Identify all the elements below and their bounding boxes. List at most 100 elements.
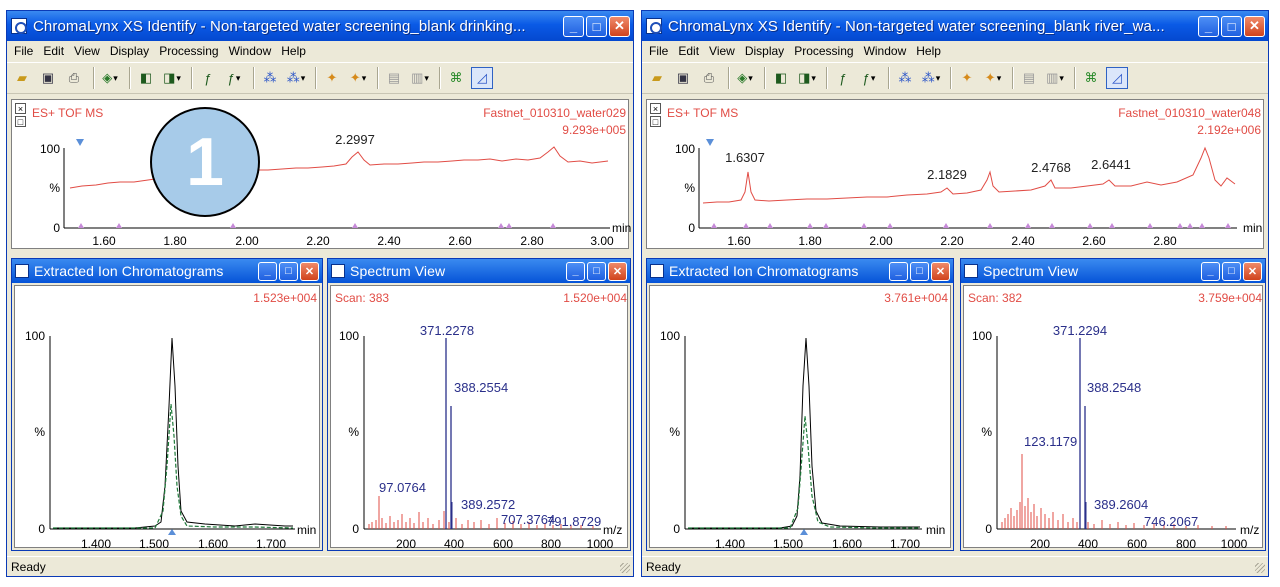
print-icon[interactable]: ⎙ (63, 67, 85, 89)
next-sample-icon[interactable]: ◨ (796, 67, 818, 89)
spectrum-chart[interactable]: Scan: 383 1.520e+004 100 % 0 371.2278 38… (331, 286, 629, 551)
eic-titlebar[interactable]: Extracted Ion Chromatograms _ □ ✕ (12, 259, 322, 283)
menu-window[interactable]: Window (859, 44, 912, 58)
maximize-button[interactable]: □ (910, 261, 929, 281)
close-button[interactable]: ✕ (608, 261, 627, 281)
next-function-icon[interactable]: ƒ (223, 67, 245, 89)
y-label-100: 100 (660, 329, 680, 343)
close-button[interactable]: ✕ (1243, 261, 1262, 281)
menu-view[interactable]: View (704, 44, 740, 58)
menu-display[interactable]: Display (105, 44, 154, 58)
spectrum-chart[interactable]: Scan: 382 3.759e+004 100 % 0 371.2294 38… (964, 286, 1264, 551)
maximize-button[interactable]: □ (586, 15, 607, 37)
ion-mode-label: ES+ TOF MS (667, 106, 738, 120)
previous-compound-icon[interactable]: ⁂ (894, 67, 916, 89)
menu-file[interactable]: File (644, 44, 673, 58)
peak-label: 123.1179 (1024, 434, 1077, 449)
scan-label: Scan: 383 (335, 291, 389, 305)
previous-peak-icon[interactable]: ✦ (956, 67, 978, 89)
y-label-percent: % (669, 425, 680, 439)
open-folder-icon[interactable]: ▰ (646, 67, 668, 89)
previous-function-icon[interactable]: ƒ (832, 67, 854, 89)
peak-label: 2.2997 (335, 132, 375, 147)
maximize-button[interactable]: □ (587, 261, 606, 281)
first-sample-icon[interactable]: ◧ (770, 67, 792, 89)
tile-windows-icon[interactable]: ⌘ (1080, 67, 1102, 89)
resize-grip[interactable] (1255, 563, 1265, 573)
sample-list-icon[interactable]: ◈ (734, 67, 756, 89)
open-folder-icon[interactable]: ▰ (11, 67, 33, 89)
minimize-button[interactable]: _ (889, 261, 908, 281)
menu-view[interactable]: View (69, 44, 105, 58)
menu-help[interactable]: Help (911, 44, 946, 58)
toolbar-separator (439, 67, 441, 89)
previous-compound-icon[interactable]: ⁂ (259, 67, 281, 89)
menu-processing[interactable]: Processing (789, 44, 858, 58)
first-sample-icon[interactable]: ◧ (135, 67, 157, 89)
toolbar-separator (253, 67, 255, 89)
print-icon[interactable]: ⎙ (698, 67, 720, 89)
close-button[interactable]: ✕ (1244, 15, 1265, 37)
maximize-button[interactable]: □ (1222, 261, 1241, 281)
eic-chart[interactable]: 1.523e+004 100 % 0 1.400 1.500 1.600 1.7… (15, 286, 321, 551)
spectrum-titlebar[interactable]: Spectrum View _ □ ✕ (961, 259, 1265, 283)
next-compound-icon[interactable]: ⁂ (285, 67, 307, 89)
app-icon[interactable] (646, 18, 662, 34)
menu-processing[interactable]: Processing (154, 44, 223, 58)
next-function-icon[interactable]: ƒ (858, 67, 880, 89)
x-tick-label: 1.700 (256, 537, 286, 551)
previous-function-icon[interactable]: ƒ (197, 67, 219, 89)
report-icon[interactable]: ▤ (383, 67, 405, 89)
resize-grip[interactable] (620, 563, 630, 573)
tic-chart[interactable]: ES+ TOF MS Fastnet_010310_water048 2.192… (647, 100, 1265, 250)
tic-chart[interactable]: ES+ TOF MS Fastnet_010310_water029 9.293… (12, 100, 631, 250)
x-tick-label: 3.00 (590, 234, 614, 248)
eic-plot-area: 3.761e+004 100 % 0 1.400 1.500 1.600 1.7… (649, 285, 952, 551)
export-icon[interactable]: ▥ (409, 67, 431, 89)
save-icon[interactable]: ▣ (672, 67, 694, 89)
next-peak-icon[interactable]: ✦ (347, 67, 369, 89)
eic-chart[interactable]: 3.761e+004 100 % 0 1.400 1.500 1.600 1.7… (650, 286, 952, 551)
menu-edit[interactable]: Edit (38, 44, 69, 58)
minimize-button[interactable]: _ (1201, 261, 1220, 281)
menu-file[interactable]: File (9, 44, 38, 58)
minimize-button[interactable]: _ (1198, 15, 1219, 37)
y-label-0: 0 (53, 221, 60, 235)
close-button[interactable]: ✕ (931, 261, 950, 281)
peak-label: 791.8729 (547, 514, 601, 529)
maximize-button[interactable]: □ (1221, 15, 1242, 37)
minimize-button[interactable]: _ (258, 261, 277, 281)
titlebar[interactable]: ChromaLynx XS Identify - Non-targeted wa… (7, 11, 633, 41)
menu-help[interactable]: Help (276, 44, 311, 58)
spectrum-titlebar[interactable]: Spectrum View _ □ ✕ (328, 259, 630, 283)
maximize-button[interactable]: □ (279, 261, 298, 281)
next-peak-icon[interactable]: ✦ (982, 67, 1004, 89)
menu-edit[interactable]: Edit (673, 44, 704, 58)
menu-window[interactable]: Window (224, 44, 277, 58)
report-icon[interactable]: ▤ (1018, 67, 1040, 89)
minimize-button[interactable]: _ (566, 261, 585, 281)
previous-peak-icon[interactable]: ✦ (321, 67, 343, 89)
next-compound-icon[interactable]: ⁂ (920, 67, 942, 89)
titlebar[interactable]: ChromaLynx XS Identify - Non-targeted wa… (642, 11, 1268, 41)
scan-marker-icon (800, 529, 808, 535)
export-icon[interactable]: ▥ (1044, 67, 1066, 89)
minimize-button[interactable]: _ (563, 15, 584, 37)
eic-titlebar[interactable]: Extracted Ion Chromatograms _ □ ✕ (647, 259, 953, 283)
save-icon[interactable]: ▣ (37, 67, 59, 89)
next-sample-icon[interactable]: ◨ (161, 67, 183, 89)
x-tick-label: 200 (1030, 537, 1050, 551)
menu-display[interactable]: Display (740, 44, 789, 58)
close-button[interactable]: ✕ (300, 261, 319, 281)
peak-label: 371.2278 (420, 323, 474, 338)
chromatogram-view-icon[interactable]: ◿ (471, 67, 493, 89)
x-tick-label: 1.600 (832, 537, 862, 551)
app-icon[interactable] (11, 18, 27, 34)
sample-list-icon[interactable]: ◈ (99, 67, 121, 89)
close-button[interactable]: ✕ (609, 15, 630, 37)
x-tick-label: 2.80 (520, 234, 544, 248)
peak-label: 97.0764 (379, 480, 426, 495)
tile-windows-icon[interactable]: ⌘ (445, 67, 467, 89)
chromatogram-view-icon[interactable]: ◿ (1106, 67, 1128, 89)
spectrum-plot-area: Scan: 382 3.759e+004 100 % 0 371.2294 38… (963, 285, 1264, 551)
